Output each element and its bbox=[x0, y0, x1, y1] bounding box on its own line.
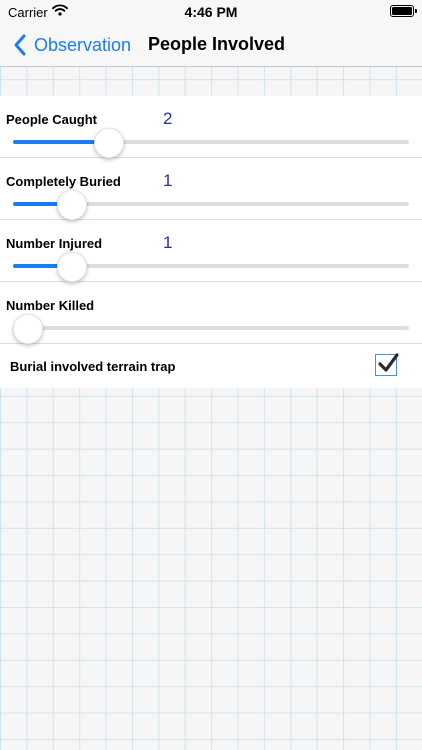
number-injured-row: Number Injured 1 bbox=[0, 220, 422, 282]
completely-buried-label: Completely Buried bbox=[6, 174, 121, 189]
people-caught-slider[interactable] bbox=[13, 140, 409, 144]
status-time: 4:46 PM bbox=[184, 4, 238, 20]
people-caught-row: People Caught 2 bbox=[0, 96, 422, 158]
people-involved-form: People Caught 2 Completely Buried 1 Numb… bbox=[0, 96, 422, 388]
battery-icon bbox=[390, 5, 417, 17]
number-injured-value: 1 bbox=[163, 233, 173, 252]
slider-thumb[interactable] bbox=[57, 252, 88, 282]
page-title: People Involved bbox=[148, 34, 286, 54]
people-caught-value: 2 bbox=[163, 109, 173, 128]
status-bar: Carrier 4:46 PM bbox=[0, 0, 422, 24]
number-injured-label: Number Injured bbox=[6, 236, 103, 251]
back-button[interactable]: Observation bbox=[10, 30, 131, 60]
terrain-trap-label: Burial involved terrain trap bbox=[10, 359, 176, 374]
checkmark-icon bbox=[378, 353, 399, 372]
completely-buried-row: Completely Buried 1 bbox=[0, 158, 422, 220]
chevron-left-icon bbox=[14, 34, 26, 56]
grid-background bbox=[0, 67, 422, 96]
back-label: Observation bbox=[34, 34, 132, 55]
people-caught-label: People Caught bbox=[6, 112, 98, 127]
terrain-trap-row: Burial involved terrain trap bbox=[0, 344, 422, 388]
number-killed-row: Number Killed bbox=[0, 282, 422, 344]
slider-thumb[interactable] bbox=[57, 190, 88, 220]
slider-thumb[interactable] bbox=[93, 128, 124, 158]
completely-buried-value: 1 bbox=[163, 171, 173, 190]
number-killed-slider[interactable] bbox=[13, 326, 409, 330]
navigation-bar: Observation People Involved bbox=[0, 24, 422, 67]
terrain-trap-checkbox[interactable] bbox=[375, 353, 399, 376]
number-killed-label: Number Killed bbox=[6, 298, 95, 313]
slider-thumb[interactable] bbox=[13, 314, 43, 344]
